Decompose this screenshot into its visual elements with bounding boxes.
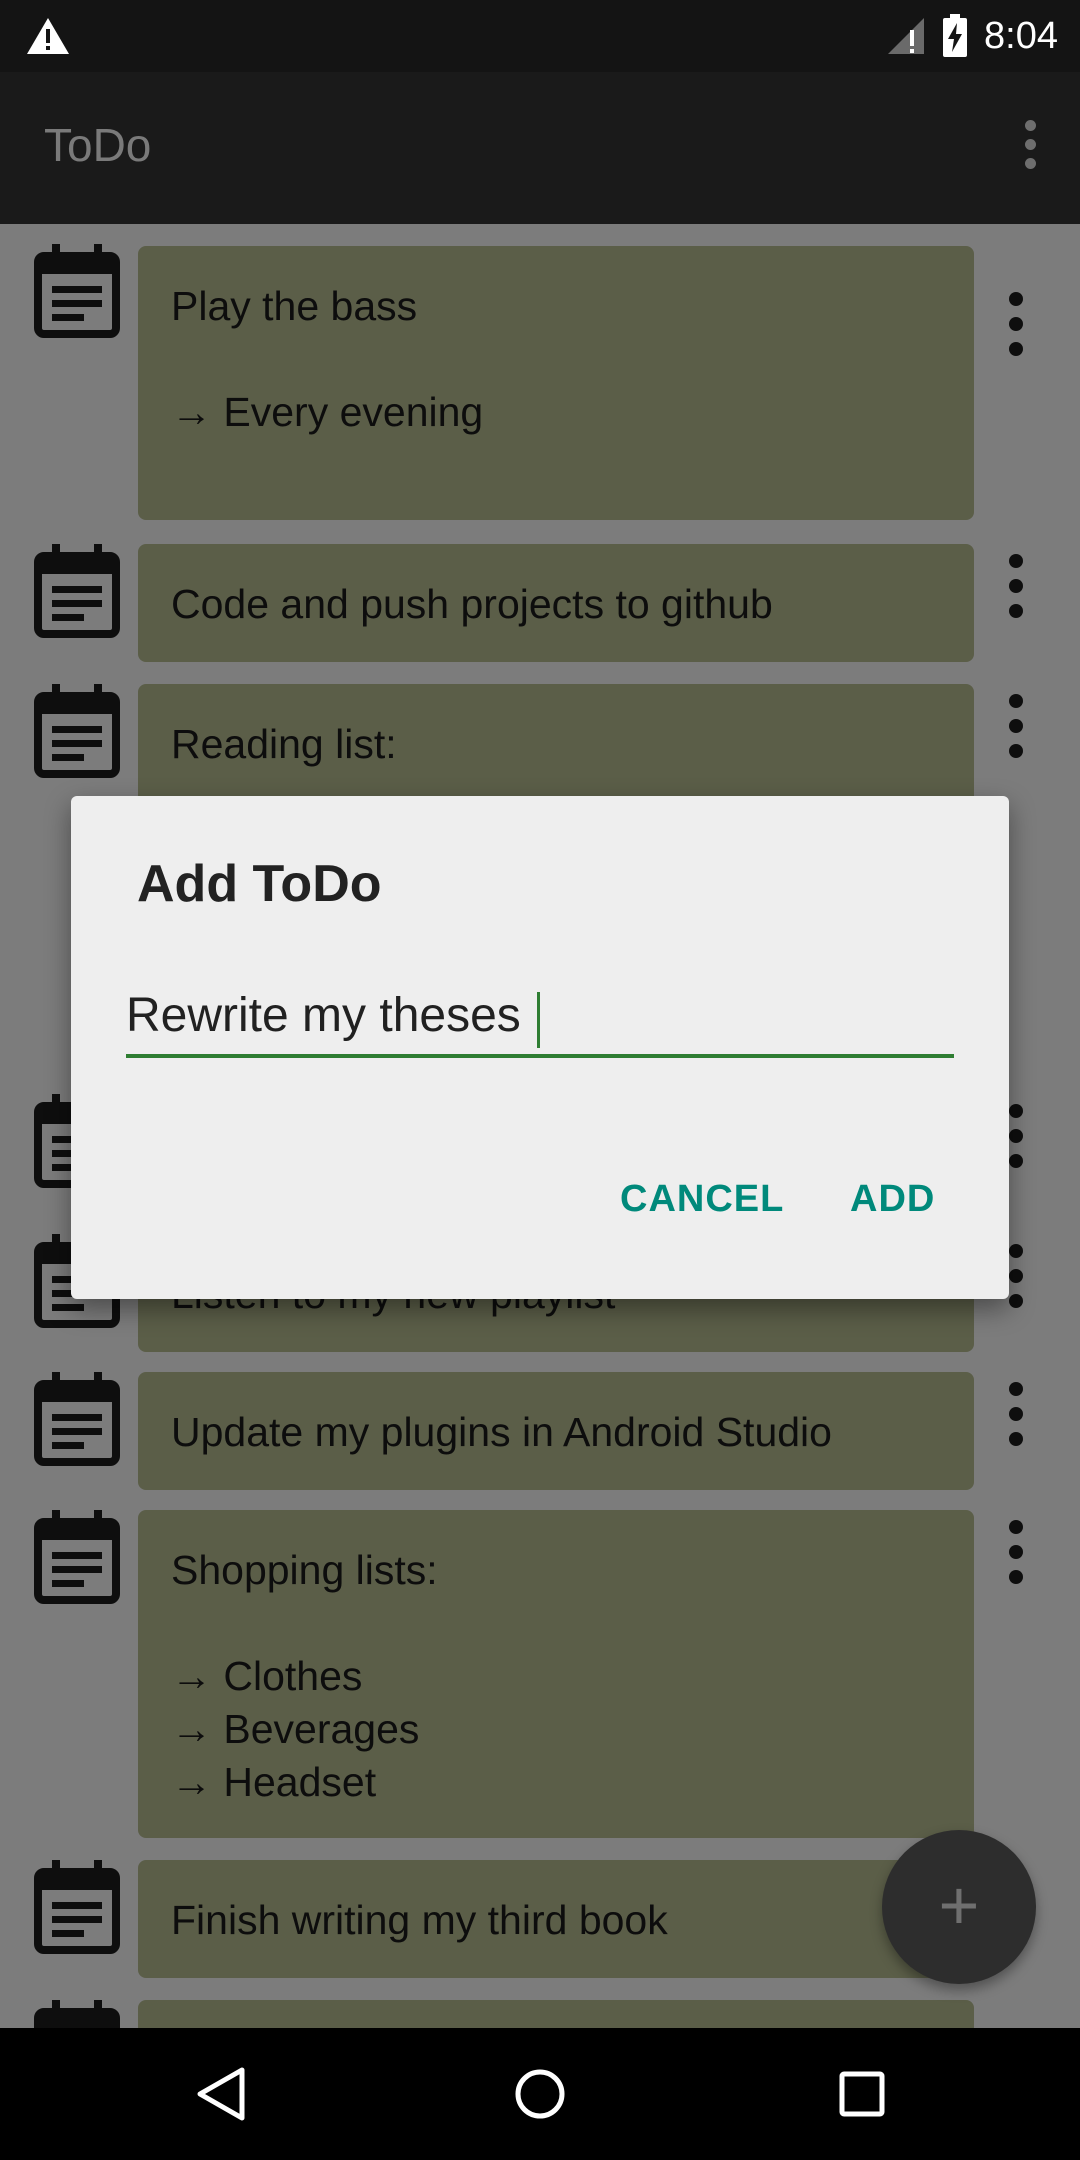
dot — [1009, 1407, 1023, 1421]
dot — [1009, 1154, 1023, 1168]
add-todo-dialog: Add ToDo CANCEL ADD — [71, 796, 1009, 1299]
calendar-note-icon — [34, 1860, 120, 1954]
dot — [1009, 342, 1023, 356]
recent-apps-icon[interactable] — [838, 2070, 886, 2118]
todo-text-input[interactable] — [126, 976, 954, 1058]
dot — [1009, 579, 1023, 593]
dot — [1009, 1129, 1023, 1143]
plus-icon: + — [938, 1866, 980, 1944]
todo-card[interactable]: Play the bass → Every evening — [138, 246, 974, 520]
item-more-button[interactable] — [998, 1382, 1034, 1462]
item-more-button[interactable] — [998, 1520, 1034, 1600]
status-time: 8:04 — [984, 14, 1058, 57]
dot — [1009, 1244, 1023, 1258]
item-more-button[interactable] — [998, 694, 1034, 774]
add-button[interactable]: ADD — [850, 1178, 935, 1221]
calendar-note-icon — [34, 244, 120, 338]
calendar-note-icon — [34, 2000, 120, 2028]
dot — [1009, 719, 1023, 733]
dot — [1009, 292, 1023, 306]
item-more-button[interactable] — [998, 292, 1034, 372]
calendar-note-icon — [34, 544, 120, 638]
dot — [1009, 554, 1023, 568]
status-bar: 8:04 — [0, 0, 1080, 72]
dot — [1009, 1570, 1023, 1584]
dot — [1009, 694, 1023, 708]
todo-card[interactable]: Shopping lists: → Clothes → Beverages → … — [138, 1510, 974, 1838]
todo-card[interactable] — [138, 2000, 974, 2028]
app-title: ToDo — [44, 119, 152, 171]
status-icons: 8:04 — [886, 12, 1058, 60]
dot — [1009, 604, 1023, 618]
overflow-dot — [1024, 139, 1036, 150]
battery-charging-icon — [943, 14, 968, 57]
app-bar: ToDo — [0, 72, 1080, 224]
item-more-button[interactable] — [998, 554, 1034, 634]
dot — [1009, 317, 1023, 331]
text-caret — [537, 992, 540, 1048]
dot — [1009, 1520, 1023, 1534]
dot — [1009, 1545, 1023, 1559]
dot — [1009, 1382, 1023, 1396]
dot — [1009, 744, 1023, 758]
overflow-dot — [1024, 158, 1036, 169]
overflow-menu-button[interactable] — [1010, 120, 1050, 176]
todo-card[interactable]: Code and push projects to github — [138, 544, 974, 662]
warning-icon — [27, 18, 69, 54]
dialog-title: Add ToDo — [137, 855, 382, 913]
navigation-bar — [0, 2028, 1080, 2160]
signal-icon — [888, 18, 925, 54]
dot — [1009, 1432, 1023, 1446]
overflow-dot — [1024, 120, 1036, 131]
cancel-button[interactable]: CANCEL — [620, 1178, 784, 1221]
todo-card[interactable]: Update my plugins in Android Studio — [138, 1372, 974, 1490]
calendar-note-icon — [34, 684, 120, 778]
dot — [1009, 1294, 1023, 1308]
dot — [1009, 1104, 1023, 1118]
calendar-note-icon — [34, 1372, 120, 1466]
dot — [1009, 1269, 1023, 1283]
todo-card[interactable]: Finish writing my third book — [138, 1860, 974, 1978]
home-icon[interactable] — [514, 2068, 566, 2120]
add-todo-fab[interactable]: + — [882, 1830, 1036, 1984]
calendar-note-icon — [34, 1510, 120, 1604]
back-icon[interactable] — [194, 2066, 250, 2122]
